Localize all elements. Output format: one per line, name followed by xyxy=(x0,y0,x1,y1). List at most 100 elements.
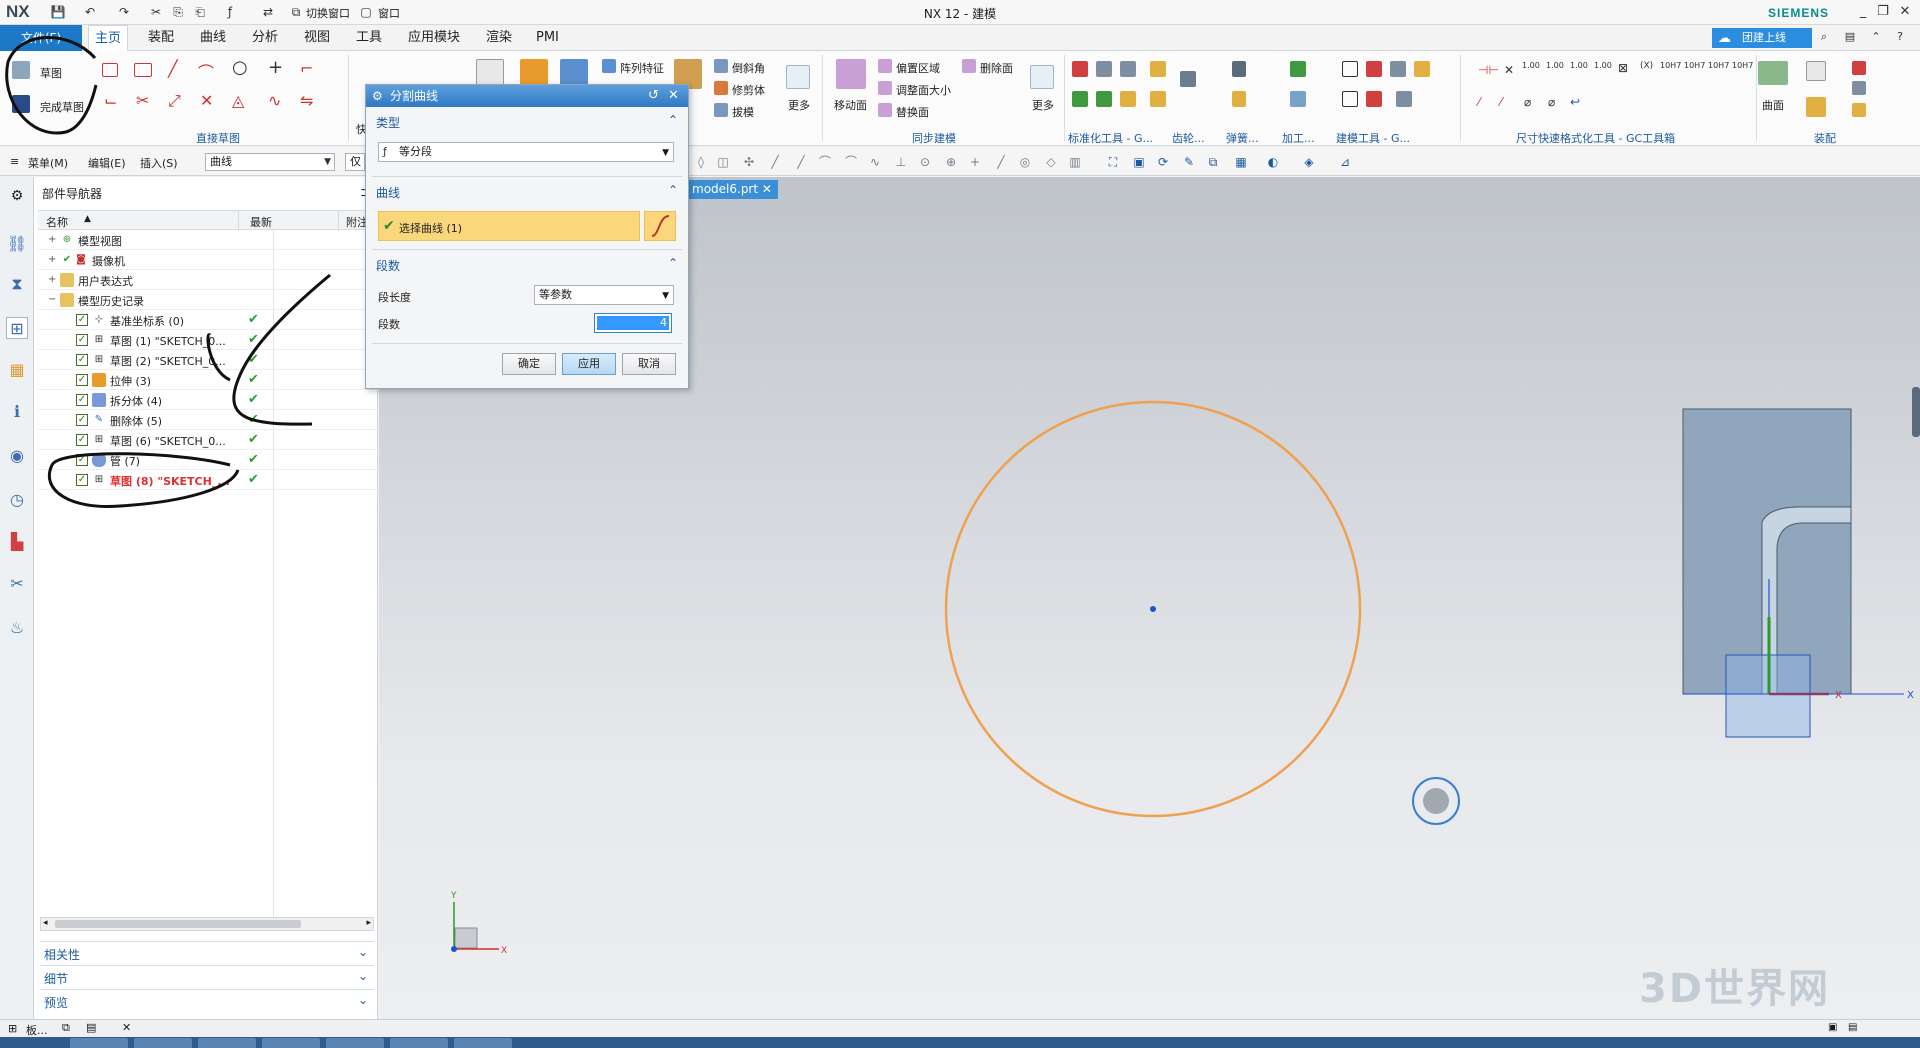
spring-tool-icon[interactable] xyxy=(1232,61,1246,77)
curve-section-header[interactable]: 曲线 ⌃ xyxy=(372,180,682,202)
dim-tool-icon[interactable]: 1.00 xyxy=(1522,61,1540,70)
constraint-icon[interactable]: ◬ xyxy=(232,91,244,110)
view-icon[interactable]: ▦ xyxy=(1234,155,1248,169)
gear-tool-icon[interactable] xyxy=(1180,71,1196,87)
scroll-thumb[interactable] xyxy=(55,920,301,928)
move-face-icon[interactable] xyxy=(836,59,866,89)
tree-row[interactable]: − 模型历史记录 xyxy=(38,290,378,310)
dim-tool-icon[interactable]: (X) xyxy=(1640,61,1653,71)
tree-row[interactable]: ✓ ⊞ 草图 (2) "SKETCH_0... ✔ xyxy=(38,350,378,370)
ok-button[interactable]: 确定 xyxy=(502,353,556,375)
scroll-left-icon[interactable]: ◂ xyxy=(43,918,48,928)
tab-analysis[interactable]: 分析 xyxy=(246,25,284,51)
undo-icon[interactable]: ↶ xyxy=(82,4,98,20)
chamfer-button[interactable]: 倒斜角 xyxy=(732,60,765,76)
line-icon[interactable]: ╱ xyxy=(168,59,178,78)
trim-body-button[interactable]: 修剪体 xyxy=(732,82,765,98)
taskbar-app[interactable] xyxy=(326,1038,384,1048)
horizontal-scrollbar[interactable]: ◂ ▸ xyxy=(40,917,374,931)
tab-applications[interactable]: 应用模块 xyxy=(402,25,466,51)
tab-tools[interactable]: 工具 xyxy=(350,25,388,51)
cut-icon[interactable]: ✂ xyxy=(148,4,164,20)
dim-tool-icon[interactable]: ↩ xyxy=(1570,95,1580,109)
dim-tool-icon[interactable]: ⌀ xyxy=(1524,95,1531,109)
scope-select[interactable]: 仅 xyxy=(345,153,365,171)
move-face-button[interactable]: 移动面 xyxy=(834,97,867,113)
snap-icon[interactable]: ◊ xyxy=(694,155,708,169)
tree-row[interactable]: ✓ 管 (7) ✔ xyxy=(38,450,378,470)
snap-icon[interactable]: ✣ xyxy=(742,155,756,169)
tree-row[interactable]: + ⊕ 模型视图 xyxy=(38,230,378,250)
save-icon[interactable]: 💾 xyxy=(50,4,66,20)
trim-body-icon[interactable] xyxy=(714,81,728,95)
view-icon[interactable]: ⧉ xyxy=(1206,155,1220,169)
apply-button[interactable]: 应用 xyxy=(562,353,616,375)
tab-assembly[interactable]: 装配 xyxy=(142,25,180,51)
taskbar-app[interactable] xyxy=(454,1038,512,1048)
array-feature-icon[interactable] xyxy=(602,59,616,73)
status-tool-icon[interactable]: ▤ xyxy=(86,1021,96,1034)
status-right-icon[interactable]: ▤ xyxy=(1848,1022,1857,1033)
more-features-button[interactable]: 更多 xyxy=(788,97,810,113)
switch-window-icon[interactable]: ⧉ xyxy=(288,4,304,20)
dim-tool-icon[interactable]: 10H7 xyxy=(1660,61,1681,70)
make-corner-icon[interactable]: ✕ xyxy=(200,91,213,110)
tab-close-icon[interactable]: ✕ xyxy=(762,182,772,196)
menu-icon[interactable]: ≡ xyxy=(10,155,19,168)
replace-face-icon[interactable] xyxy=(878,103,892,117)
curve-selector-button[interactable] xyxy=(644,211,676,241)
view-icon[interactable]: ▣ xyxy=(1132,155,1146,169)
spring-tool-icon[interactable] xyxy=(1232,91,1246,107)
snap-icon[interactable]: ◎ xyxy=(1018,155,1032,169)
view-icon[interactable]: ◈ xyxy=(1302,155,1316,169)
tree-row[interactable]: ✓ ⊞ 草图 (6) "SKETCH_0... ✔ xyxy=(38,430,378,450)
dependencies-panel[interactable]: 相关性 ⌄ xyxy=(40,941,374,963)
delete-face-button[interactable]: 删除面 xyxy=(980,60,1013,76)
gc-tool-icon[interactable] xyxy=(1120,91,1136,107)
reuse-library-icon[interactable]: ▦ xyxy=(6,359,28,381)
dim-tool-icon[interactable]: 1.00 xyxy=(1570,61,1588,70)
column-name[interactable]: 名称 xyxy=(46,214,68,230)
studio-spline-icon[interactable]: ∿ xyxy=(268,91,281,110)
tab-home[interactable]: 主页 xyxy=(88,25,129,51)
cancel-button[interactable]: 取消 xyxy=(622,353,676,375)
surface-icon[interactable] xyxy=(1758,61,1788,85)
cloud-button[interactable]: ☁ 团建上线 xyxy=(1712,28,1812,48)
modeling-tool-icon[interactable] xyxy=(1342,91,1358,107)
surface-button[interactable]: 曲面 xyxy=(1762,97,1784,113)
taskbar-app[interactable] xyxy=(198,1038,256,1048)
window-icon[interactable]: ▢ xyxy=(358,4,374,20)
snap-icon[interactable]: ⊥ xyxy=(894,155,908,169)
insert-dropdown[interactable]: 插入(S) xyxy=(140,155,178,171)
expand-icon[interactable]: + xyxy=(48,234,56,245)
segment-count-input[interactable]: 4 xyxy=(594,313,672,333)
paste-icon[interactable]: ⎗ xyxy=(192,4,208,20)
draft-icon[interactable] xyxy=(714,103,728,117)
tree-row[interactable]: ✓ ⊞ 草图 (8) "SKETCH_... ✔ xyxy=(38,470,378,490)
machining-tool-icon[interactable] xyxy=(1290,61,1306,77)
profile-icon[interactable] xyxy=(102,63,118,77)
point-icon[interactable]: + xyxy=(268,57,283,78)
roles-icon[interactable]: ✂ xyxy=(6,573,28,595)
assembly-tool-icon[interactable] xyxy=(1852,81,1866,95)
menu-dropdown[interactable]: 菜单(M) xyxy=(28,155,68,171)
arc-icon[interactable]: ⌒ xyxy=(198,59,214,83)
reset-icon[interactable]: ↺ xyxy=(648,85,659,107)
replace-face-button[interactable]: 替换面 xyxy=(896,104,929,120)
tab-curve[interactable]: 曲线 xyxy=(194,25,232,51)
snap-icon[interactable]: ╱ xyxy=(768,155,782,169)
document-tab[interactable]: model6.prt ✕ xyxy=(686,180,778,199)
gc-tool-icon[interactable] xyxy=(1072,91,1088,107)
more-sync-button[interactable]: 更多 xyxy=(1032,97,1054,113)
assembly-tool-icon[interactable] xyxy=(1806,97,1826,117)
dim-tool-icon[interactable]: 10H7 xyxy=(1732,61,1753,70)
switch-window-button[interactable]: 切换窗口 xyxy=(306,5,350,21)
tab-pmi[interactable]: PMI xyxy=(530,25,565,51)
finish-sketch-button[interactable]: 完成草图 xyxy=(40,99,84,115)
modeling-tool-icon[interactable] xyxy=(1366,61,1382,77)
dim-tool-icon[interactable]: ⁄ xyxy=(1500,95,1502,109)
redo-icon[interactable]: ↷ xyxy=(116,4,132,20)
snap-icon[interactable]: ⌒ xyxy=(818,155,832,169)
column-divider[interactable] xyxy=(238,211,239,231)
details-panel[interactable]: 细节 ⌄ xyxy=(40,965,374,987)
